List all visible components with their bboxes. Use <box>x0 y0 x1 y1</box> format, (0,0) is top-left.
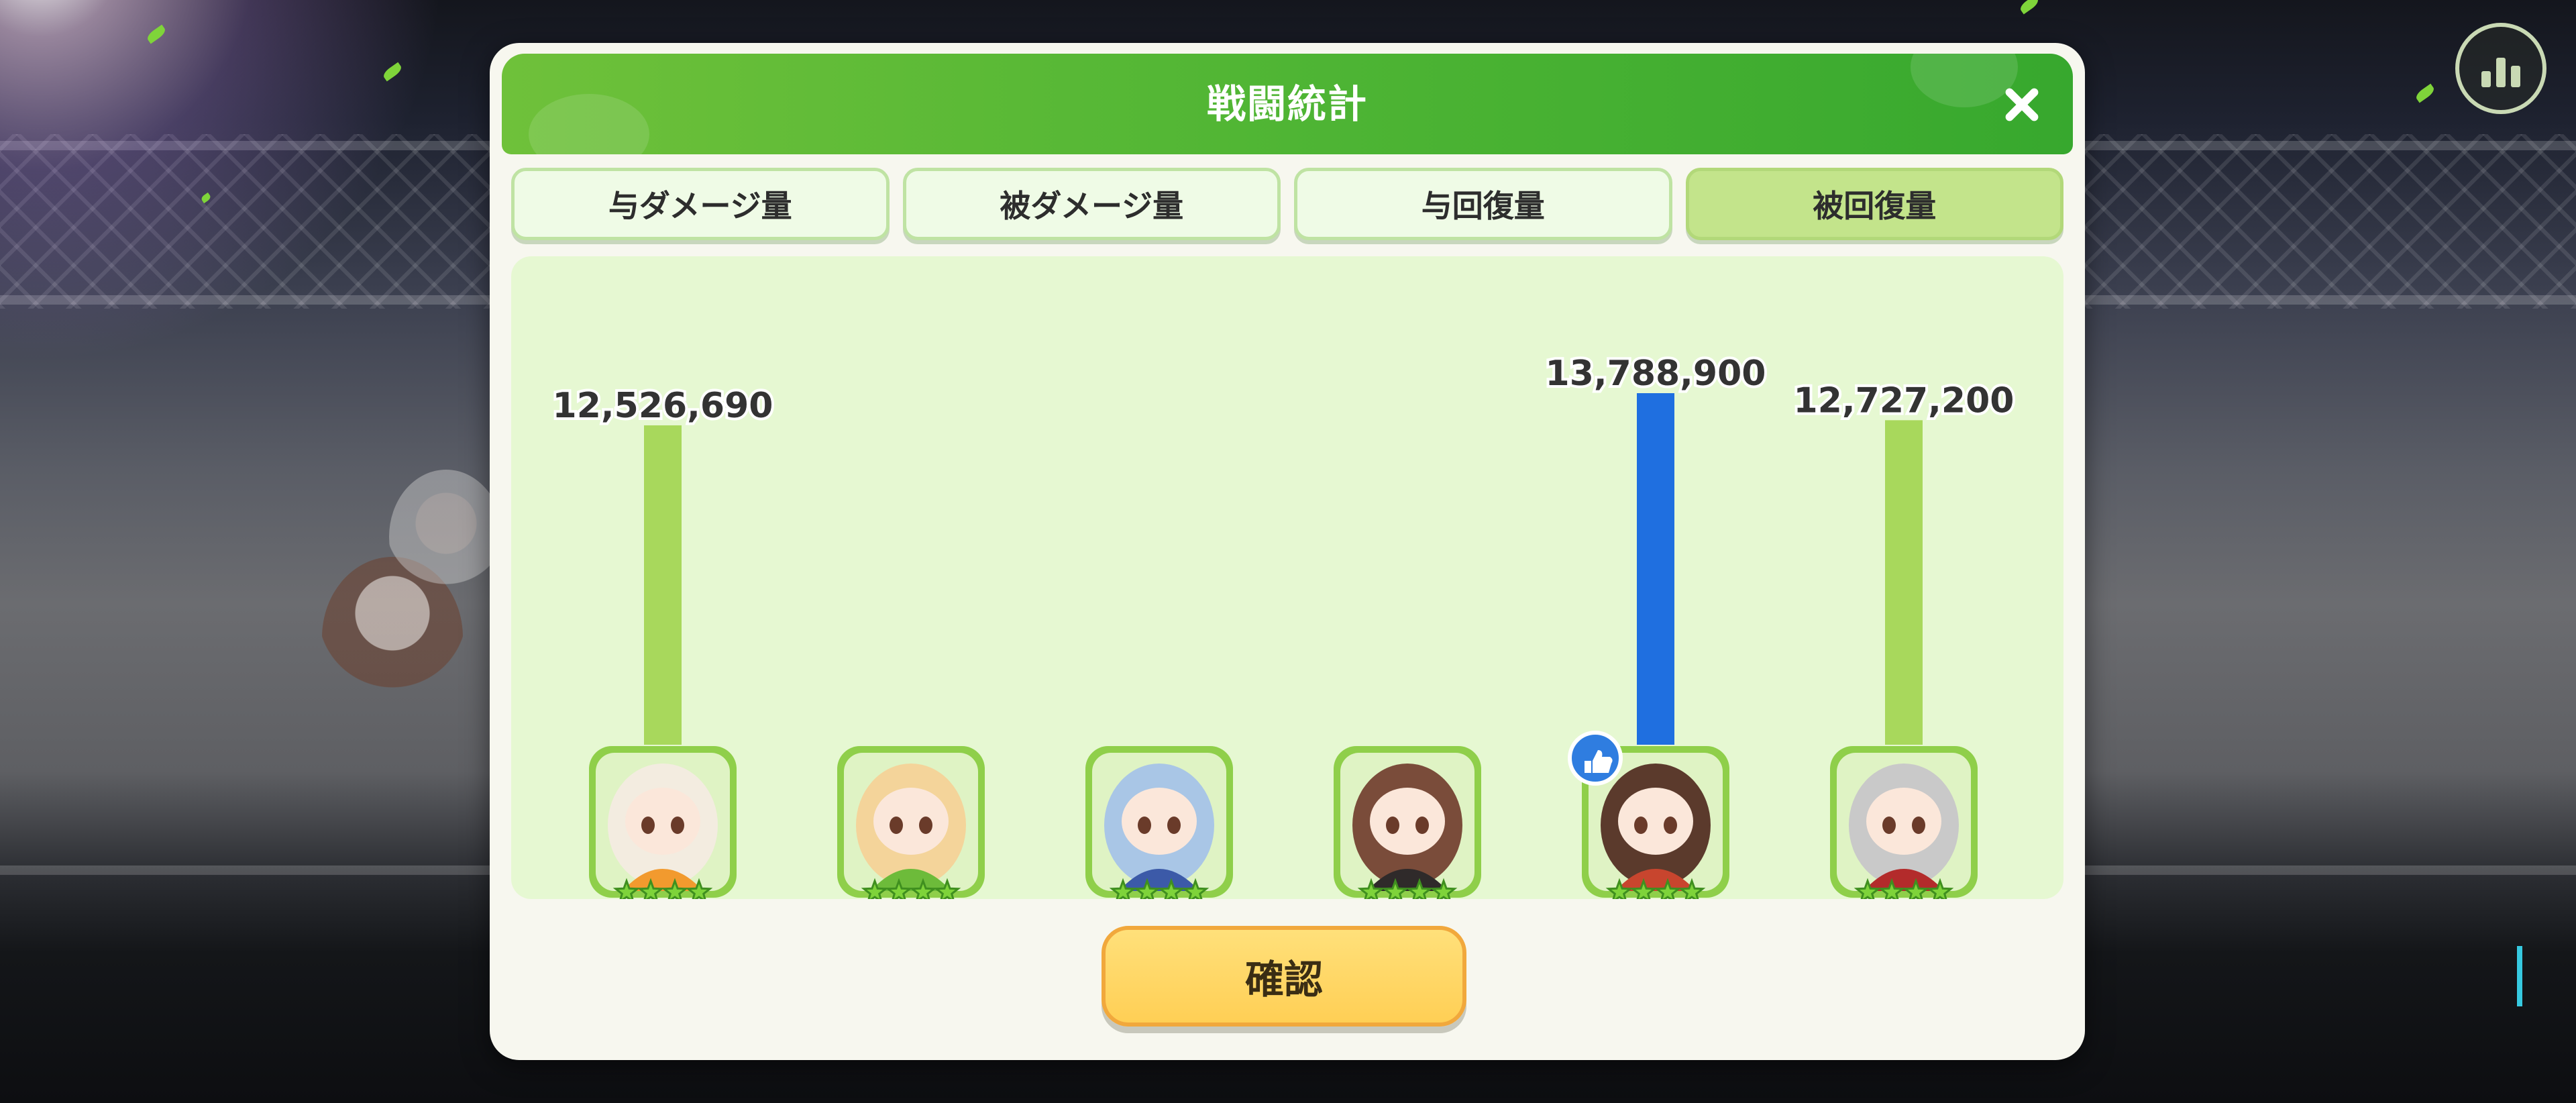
falling-leaf <box>2018 0 2041 15</box>
character-eye <box>641 817 655 834</box>
character-face <box>625 788 700 855</box>
falling-leaf <box>2414 83 2436 103</box>
confirm-button[interactable]: 確認 <box>1102 926 1466 1027</box>
stats-bar-icon <box>2496 58 2506 87</box>
tab-damage-taken[interactable]: 被ダメージ量 <box>902 168 1281 240</box>
bar-value-label: 13,788,900 <box>1546 354 1766 394</box>
character-face <box>1866 788 1941 855</box>
stats-chart-panel: 12,526,690 13,788,900 12,727,200 <box>511 256 2063 899</box>
character-eye <box>919 817 932 834</box>
character-eye <box>890 817 903 834</box>
character-face <box>1618 788 1693 855</box>
character-eye <box>671 817 684 834</box>
character-face <box>1122 788 1197 855</box>
character-eye <box>1386 817 1399 834</box>
character-eye <box>1882 817 1896 834</box>
dialog-title: 戦闘統計 <box>1206 81 1368 127</box>
background-character <box>389 470 503 604</box>
bar-value-label: 12,727,200 <box>1794 380 2015 421</box>
chart-bar <box>1885 420 1923 745</box>
tab-damage-dealt[interactable]: 与ダメージ量 <box>511 168 890 240</box>
character-eye <box>1167 817 1181 834</box>
background-light-strip <box>2517 946 2522 1006</box>
close-icon[interactable] <box>1998 81 2046 129</box>
character-face <box>1370 788 1445 855</box>
bar-value-label: 12,526,690 <box>553 386 773 426</box>
stats-bar-icon <box>2511 66 2520 87</box>
stats-tabs: 与ダメージ量 被ダメージ量 与回復量 被回復量 <box>511 168 2063 240</box>
chart-bar <box>1637 393 1674 745</box>
battle-stats-dialog: 戦闘統計 与ダメージ量 被ダメージ量 与回復量 被回復量 12,526,690 1… <box>490 43 2085 1060</box>
character-eye <box>1664 817 1677 834</box>
tab-healing-dealt[interactable]: 与回復量 <box>1294 168 1672 240</box>
character-eye <box>1912 817 1925 834</box>
character-eye <box>1415 817 1429 834</box>
stats-bar-chart: 12,526,690 13,788,900 12,727,200 <box>550 351 2017 899</box>
dialog-header: 戦闘統計 <box>502 54 2073 154</box>
character-face <box>873 788 949 855</box>
battle-stats-button[interactable] <box>2455 23 2546 114</box>
character-eye <box>1138 817 1151 834</box>
stats-bar-icon <box>2481 71 2491 87</box>
character-eye <box>1634 817 1648 834</box>
chart-bar <box>644 425 682 745</box>
stage-spotlight <box>0 0 523 470</box>
tab-healing-received[interactable]: 被回復量 <box>1685 168 2063 240</box>
